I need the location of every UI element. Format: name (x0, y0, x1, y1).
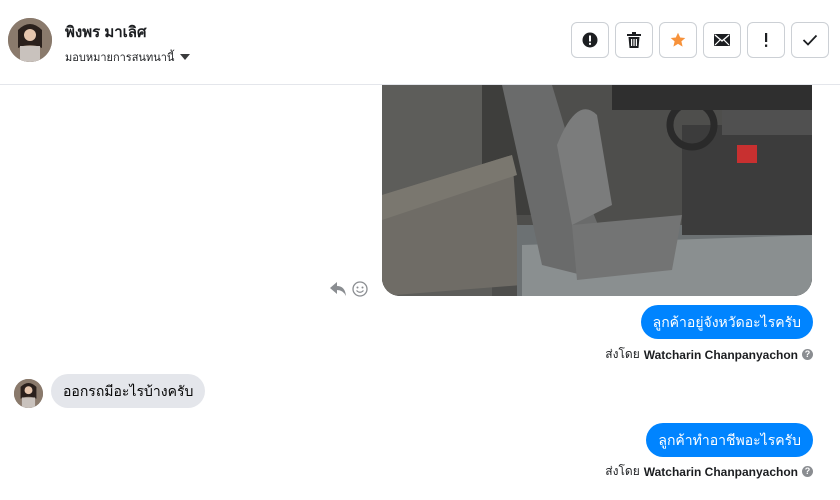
mark-spam-button[interactable] (571, 22, 609, 58)
caret-down-icon (180, 54, 191, 60)
conversation-header: พิงพร มาเลิศ มอบหมายการสนทนานี้ (0, 0, 840, 85)
envelope-icon (714, 34, 730, 46)
incoming-message[interactable]: ออกรถมีอะไรบ้างครับ (51, 374, 206, 408)
emoji-react-icon[interactable] (352, 281, 368, 297)
info-icon[interactable]: ? (802, 349, 813, 360)
trash-icon (627, 32, 641, 48)
assign-conversation-dropdown[interactable]: มอบหมายการสนทนานี้ (65, 48, 191, 66)
check-icon (802, 34, 818, 46)
follow-up-button[interactable] (747, 22, 785, 58)
sender-name: Watcharin Chanpanyachon (643, 464, 798, 479)
sent-by-prefix: ส่งโดย (605, 347, 640, 361)
info-icon[interactable]: ? (802, 466, 813, 477)
delete-button[interactable] (615, 22, 653, 58)
outgoing-message[interactable]: ลูกค้าอยู่จังหวัดอะไรครับ (640, 305, 813, 339)
star-button[interactable] (659, 22, 697, 58)
sent-by-label: ส่งโดย Watcharin Chanpanyachon ? (605, 462, 813, 481)
sender-name: Watcharin Chanpanyachon (643, 347, 798, 362)
mark-unread-button[interactable] (703, 22, 741, 58)
contact-name[interactable]: พิงพร มาเลิศ (65, 20, 146, 44)
star-icon (670, 32, 686, 47)
action-toolbar (571, 22, 829, 58)
sent-by-prefix: ส่งโดย (605, 464, 640, 478)
contact-avatar-small[interactable] (14, 379, 43, 408)
outgoing-message[interactable]: ลูกค้าทำอาชีพอะไรครับ (646, 423, 813, 457)
sent-by-label: ส่งโดย Watcharin Chanpanyachon ? (605, 345, 813, 364)
exclamation-icon (765, 33, 768, 47)
message-reactions-bar (330, 281, 368, 297)
reply-icon[interactable] (330, 282, 346, 296)
assign-label: มอบหมายการสนทนานี้ (65, 52, 175, 64)
alert-circle-icon (582, 32, 598, 48)
message-image[interactable] (382, 85, 812, 296)
mark-done-button[interactable] (791, 22, 829, 58)
contact-avatar[interactable] (8, 18, 52, 62)
